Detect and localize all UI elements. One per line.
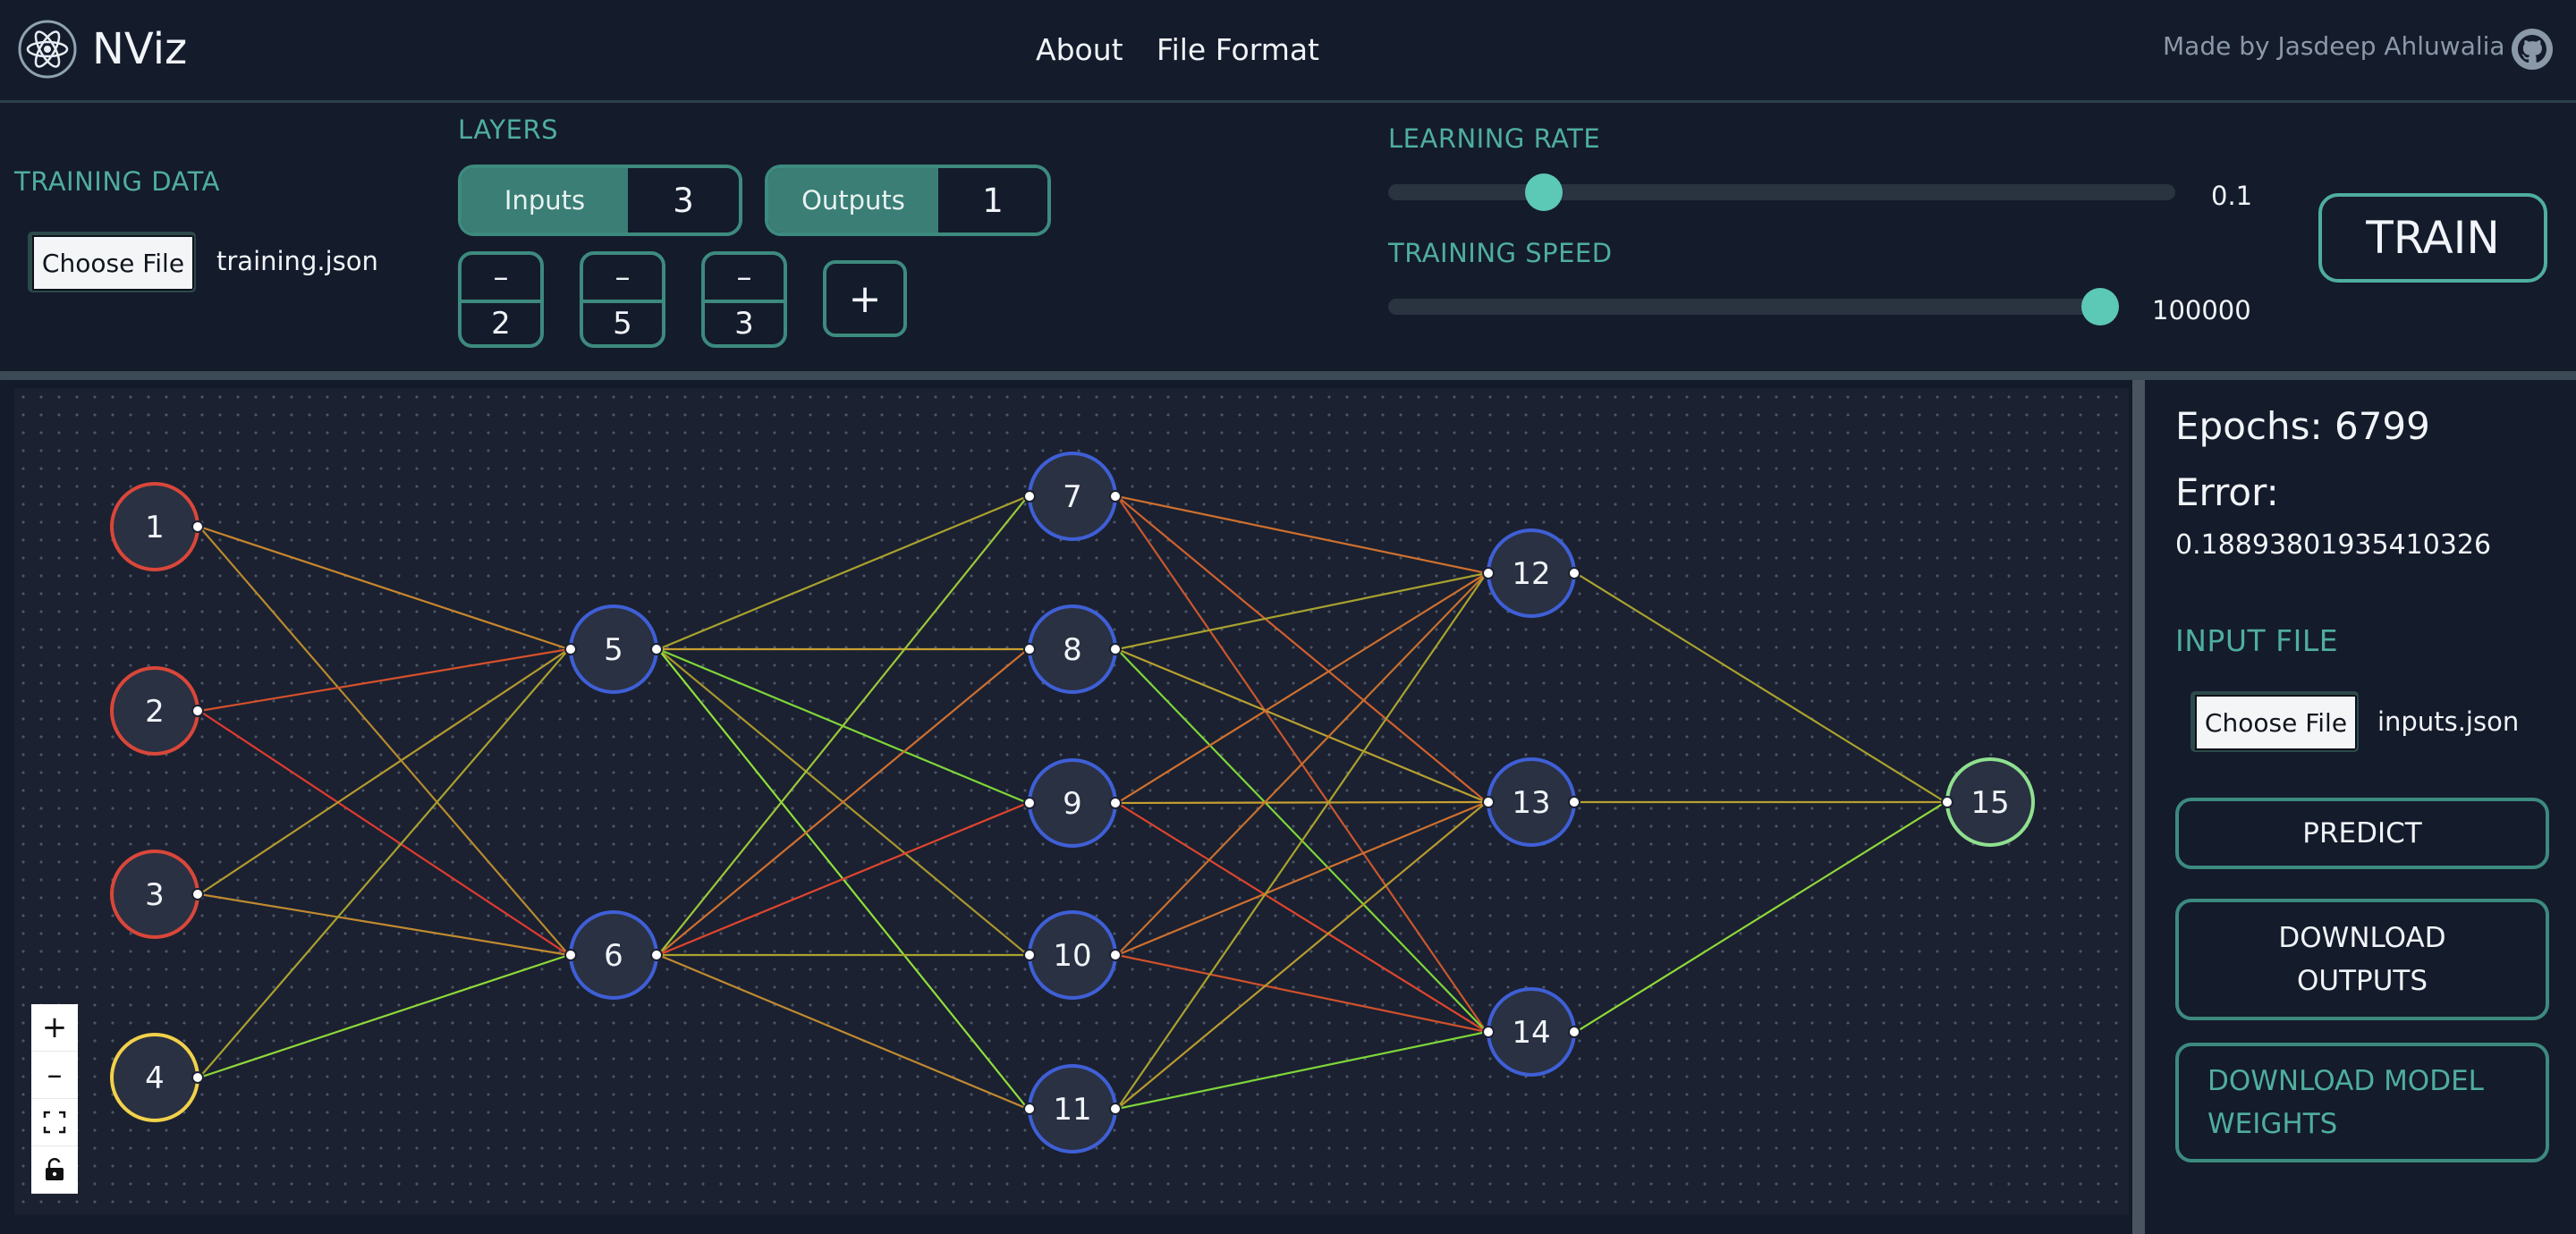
hidden-layer-2-stepper: – 5 [580, 251, 665, 348]
learning-rate-label: LEARNING RATE [1388, 123, 1601, 154]
inputs-count-control[interactable]: Inputs 3 [458, 165, 742, 236]
app-title: NViz [92, 24, 188, 74]
remove-neuron-button[interactable]: – [705, 255, 784, 303]
network-graph-canvas[interactable] [14, 388, 2129, 1214]
nav-file-format-link[interactable]: File Format [1157, 30, 1319, 70]
graph-scrollbar[interactable] [2132, 380, 2145, 1234]
hidden-layer-1-count[interactable]: 2 [462, 303, 540, 344]
training-speed-value: 100000 [2152, 295, 2251, 325]
learning-rate-slider[interactable] [1388, 184, 2175, 200]
download-model-weights-button[interactable]: DOWNLOAD MODEL WEIGHTS [2175, 1043, 2549, 1162]
learning-rate-slider-thumb[interactable] [1525, 173, 1563, 211]
outputs-label: Outputs [768, 168, 938, 232]
graph-frame-bottom [0, 1214, 2132, 1234]
training-file-name: training.json [216, 246, 378, 276]
training-speed-slider[interactable] [1388, 299, 2111, 315]
outputs-value[interactable]: 1 [938, 168, 1047, 232]
error-label: Error: [2175, 470, 2279, 514]
graph-frame-left [0, 380, 14, 1234]
author-credit: Made by Jasdeep Ahluwalia [2163, 31, 2505, 61]
control-panel [0, 103, 2576, 380]
outputs-count-control[interactable]: Outputs 1 [765, 165, 1051, 236]
zoom-controls: + – [31, 1004, 78, 1194]
train-button[interactable]: TRAIN [2318, 193, 2547, 283]
training-speed-slider-thumb[interactable] [2081, 288, 2119, 325]
lock-button[interactable] [31, 1146, 78, 1194]
remove-neuron-button[interactable]: – [583, 255, 662, 303]
zoom-out-button[interactable]: – [31, 1052, 78, 1099]
input-file-name: inputs.json [2377, 706, 2520, 737]
github-icon[interactable] [2510, 27, 2555, 72]
zoom-in-button[interactable]: + [31, 1004, 78, 1052]
error-value: 0.18893801935410326 [2175, 529, 2492, 561]
input-file-label: INPUT FILE [2175, 623, 2339, 658]
training-data-label: TRAINING DATA [14, 166, 220, 197]
unlock-icon [46, 1158, 64, 1180]
inputs-value[interactable]: 3 [628, 168, 739, 232]
inputs-label: Inputs [462, 168, 628, 232]
hidden-layer-3-count[interactable]: 3 [705, 303, 784, 344]
fit-view-button[interactable] [31, 1099, 78, 1146]
atom-logo-icon [18, 20, 77, 79]
training-speed-label: TRAINING SPEED [1388, 238, 1613, 268]
hidden-layer-3-stepper: – 3 [701, 251, 787, 348]
nav-about-link[interactable]: About [1036, 30, 1123, 70]
layers-label: LAYERS [458, 114, 559, 145]
hidden-layer-2-count[interactable]: 5 [583, 303, 662, 344]
remove-neuron-button[interactable]: – [462, 255, 540, 303]
predict-button[interactable]: PREDICT [2175, 798, 2549, 869]
input-choose-file-button[interactable]: Choose File [2190, 691, 2359, 752]
learning-rate-value: 0.1 [2211, 181, 2253, 211]
hidden-layer-1-stepper: – 2 [458, 251, 544, 348]
add-layer-button[interactable]: + [823, 260, 907, 337]
fit-view-icon [43, 1111, 66, 1134]
epochs-counter: Epochs: 6799 [2175, 404, 2430, 448]
training-choose-file-button[interactable]: Choose File [28, 232, 196, 292]
download-outputs-button[interactable]: DOWNLOAD OUTPUTS [2175, 899, 2549, 1020]
